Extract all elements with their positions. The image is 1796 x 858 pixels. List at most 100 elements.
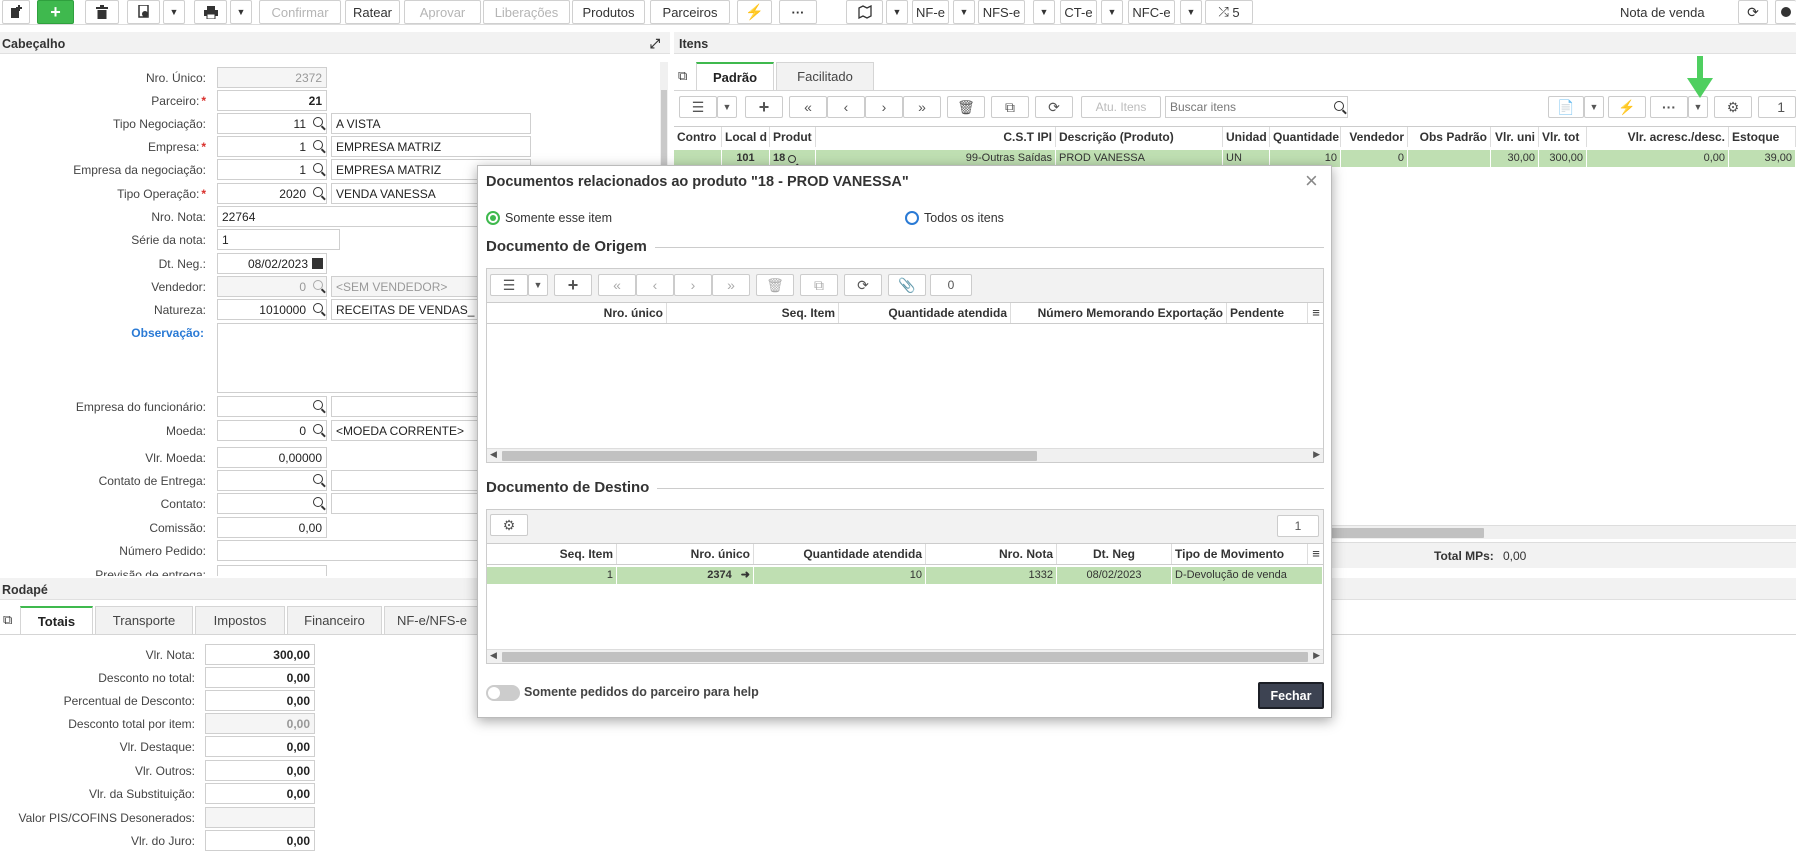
col-header-controle[interactable]: Contro [674,127,722,147]
search-icon[interactable] [313,424,323,434]
col-header-vlr-acresc[interactable]: Vlr. acresc./desc. [1587,127,1729,147]
nfse-dropdown-icon[interactable]: ▼ [1033,0,1055,24]
col-header-vlr-total[interactable]: Vlr. tot [1539,127,1587,147]
first-icon[interactable]: « [598,274,636,296]
desconto-total-field[interactable]: 0,00 [205,667,315,688]
tipo-operacao-field[interactable]: 2020 [217,183,327,204]
vlr-juro-field[interactable]: 0,00 [205,830,315,851]
tab-padrao[interactable]: Padrão [696,62,774,90]
refresh-items-icon[interactable]: ⟳ [1035,96,1073,118]
last-icon[interactable]: » [712,274,750,296]
search-icon[interactable] [313,117,323,127]
ratear-button[interactable]: Ratear [345,0,400,24]
tab-impostos[interactable]: Impostos [195,606,285,634]
attachment-icon[interactable]: 📎 [888,274,926,296]
close-icon[interactable]: × [1305,168,1318,194]
tipo-negociacao-field[interactable]: 11 [217,113,327,134]
map-dropdown-icon[interactable]: ▼ [886,0,908,24]
settings-icon[interactable]: ⚙ [1714,96,1752,118]
nro-nota-field[interactable]: 22764 [217,206,497,227]
col-header-local[interactable]: Local d [722,127,770,147]
nfe-dropdown-icon[interactable]: ▼ [953,0,975,24]
empresa-field[interactable]: 1 [217,136,327,157]
export-icon[interactable]: 📄 [1548,96,1584,118]
numero-pedido-field[interactable] [217,540,517,561]
table-row[interactable]: 1 2374 ➜ 10 1332 08/02/2023 D-Devolução … [487,567,1323,584]
user-icon[interactable] [1775,0,1796,24]
col-header-cst-ipi[interactable]: C.S.T IPI [816,127,1056,147]
cte-button[interactable]: CT-e [1060,0,1097,24]
search-icon[interactable] [313,497,323,507]
list-icon[interactable]: ☰ [679,96,717,118]
prev-icon[interactable]: ‹ [636,274,674,296]
settings-icon[interactable]: ⚙ [490,514,528,536]
vlr-destaque-field[interactable]: 0,00 [205,736,315,757]
new-doc-icon[interactable] [2,0,30,24]
nfse-button[interactable]: NFS-e [978,0,1025,24]
duplicate-icon[interactable]: ⧉ [800,274,838,296]
print-icon[interactable] [194,0,227,24]
close-button[interactable]: Fechar [1258,682,1324,709]
export-dropdown-icon[interactable]: ▼ [1584,96,1604,118]
search-icon[interactable] [313,303,323,313]
copy-icon[interactable]: ⧉ [3,612,12,628]
col-header-descricao[interactable]: Descrição (Produto) [1056,127,1223,147]
radio-all-items[interactable]: Todos os itens [905,211,1004,225]
col-header-obs-padrao[interactable]: Obs Padrão [1408,127,1491,147]
duplicate-icon[interactable]: ⧉ [991,96,1029,118]
trash-icon[interactable] [85,0,119,24]
label-observacao[interactable]: Observação: [4,326,204,340]
tab-transporte[interactable]: Transporte [95,606,193,634]
add-button[interactable]: + [37,0,74,24]
list-dropdown-icon[interactable]: ▼ [528,274,548,296]
search-icon[interactable] [1334,101,1344,111]
tab-totais[interactable]: Totais [20,606,93,634]
search-icon[interactable] [313,400,323,410]
partners-button[interactable]: Parceiros [650,0,730,24]
refresh-icon[interactable]: ⟳ [1738,0,1768,24]
vlr-moeda-field[interactable]: 0,00000 [217,447,327,468]
col-header-seq-item[interactable]: Seq. Item [487,544,617,564]
comissao-field[interactable]: 0,00 [217,517,327,538]
more-icon[interactable]: ··· [779,0,817,24]
print-dropdown-icon[interactable]: ▼ [230,0,252,24]
list-icon[interactable]: ☰ [490,274,528,296]
page-field[interactable]: 1 [1758,96,1796,118]
vlr-substituicao-field[interactable]: 0,00 [205,783,315,804]
lightning-icon[interactable]: ⚡ [1608,96,1646,118]
search-icon[interactable] [313,187,323,197]
percentual-desconto-field[interactable]: 0,00 [205,690,315,711]
contato-field[interactable] [217,493,327,514]
prev-icon[interactable]: ‹ [827,96,865,118]
serie-nota-field[interactable]: 1 [217,229,340,250]
origin-hscrollbar[interactable]: ◀ ▶ [487,448,1323,462]
search-items-field[interactable]: Buscar itens [1165,96,1348,118]
tab-facilitado[interactable]: Facilitado [776,62,874,90]
products-button[interactable]: Produtos [572,0,645,24]
radio-unchecked-icon[interactable] [905,211,919,225]
col-header-dt-neg[interactable]: Dt. Neg [1057,544,1172,564]
column-menu-icon[interactable]: ≡ [1309,303,1323,323]
search-icon[interactable] [788,155,797,163]
col-header-nro-unico[interactable]: Nro. único [487,303,667,323]
empresa-negociacao-field[interactable]: 1 [217,159,327,180]
col-header-memorando[interactable]: Número Memorando Exportação [1011,303,1227,323]
last-icon[interactable]: » [903,96,941,118]
cte-dropdown-icon[interactable]: ▼ [1101,0,1123,24]
delete-item-icon[interactable]: 🗑 [947,96,985,118]
col-header-seq-item[interactable]: Seq. Item [667,303,839,323]
nfce-button[interactable]: NFC-e [1128,0,1175,24]
arrow-right-icon[interactable]: ➜ [741,569,750,581]
delete-icon[interactable]: 🗑 [756,274,794,296]
col-header-vlr-unit[interactable]: Vlr. uni [1491,127,1539,147]
tab-nfe-nfse[interactable]: NF-e/NFS-e [384,606,480,634]
vlr-nota-field[interactable]: 300,00 [205,644,315,665]
map-icon[interactable] [846,0,883,24]
col-header-quantidade[interactable]: Quantidade [1270,127,1341,147]
col-header-quantidade-atendida[interactable]: Quantidade atendida [754,544,926,564]
shuffle-button[interactable]: ⤮ 5 [1205,0,1253,24]
radio-checked-icon[interactable] [486,211,500,225]
search-icon[interactable] [313,163,323,173]
col-header-tipo-movimento[interactable]: Tipo de Movimento [1172,544,1308,564]
report-icon[interactable] [127,0,160,24]
